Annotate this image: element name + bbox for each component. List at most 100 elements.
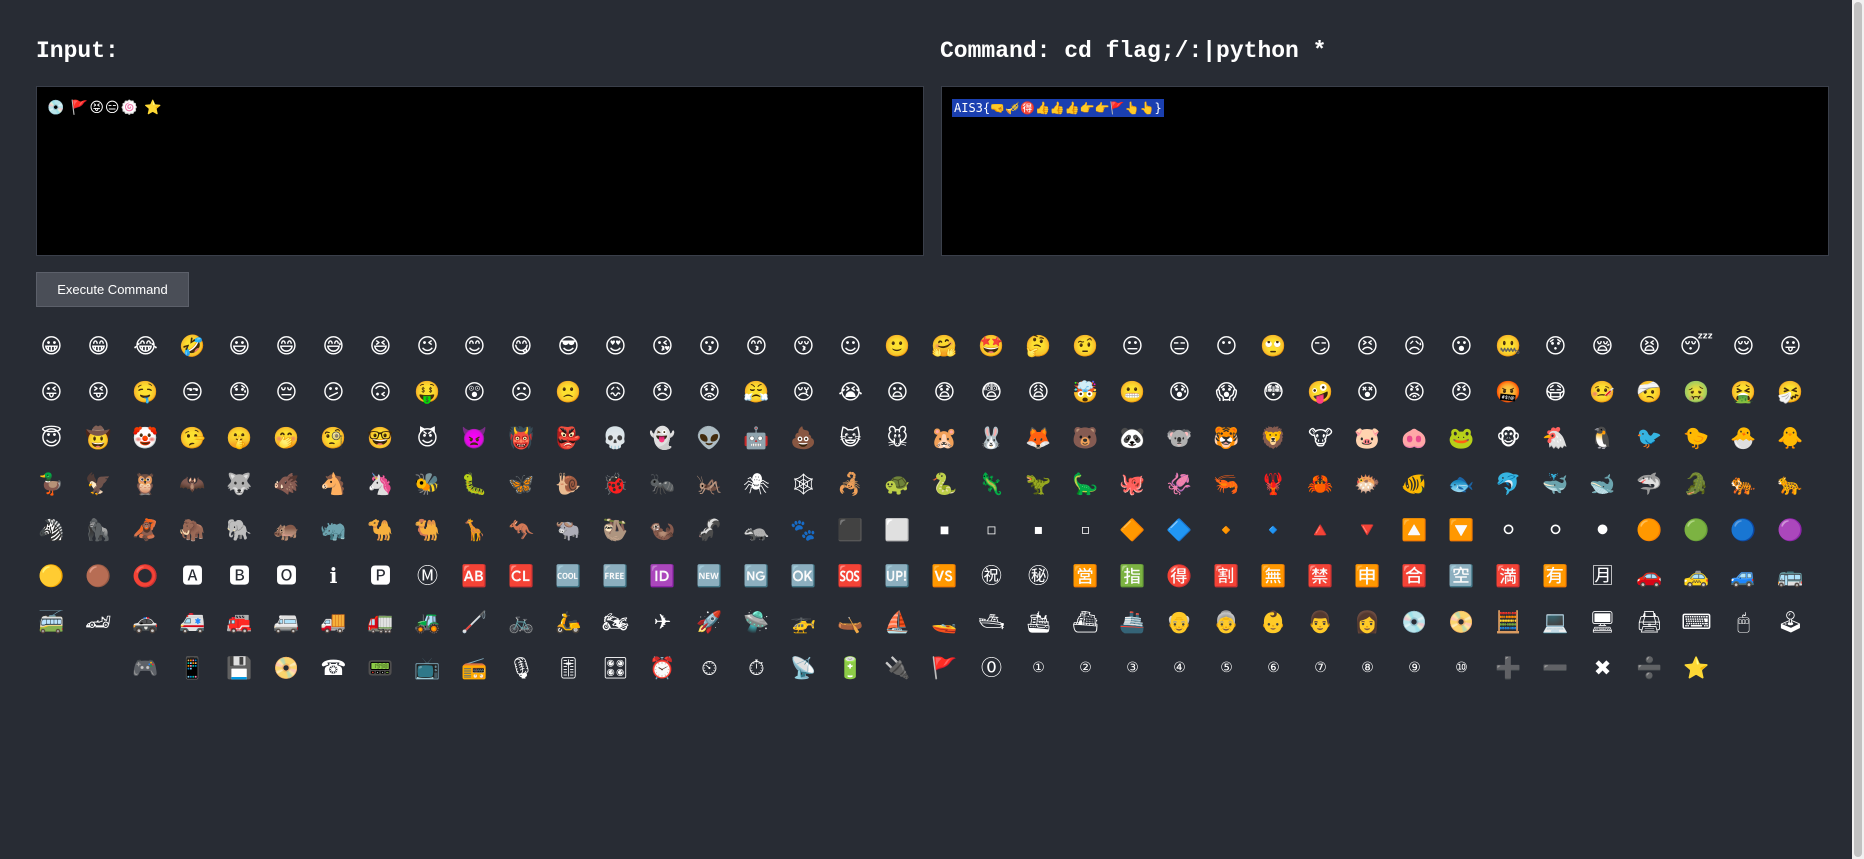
emoji-key[interactable]: 🦗 xyxy=(686,470,733,498)
emoji-key[interactable]: 💀 xyxy=(592,424,639,452)
emoji-key[interactable]: 🖨 xyxy=(1626,608,1673,636)
emoji-key[interactable]: ➗ xyxy=(1626,654,1673,682)
emoji-key[interactable]: 🙄 xyxy=(1250,332,1297,360)
emoji-key[interactable]: 👴 xyxy=(1156,608,1203,636)
emoji-key[interactable]: 🐅 xyxy=(1720,470,1767,498)
emoji-key[interactable]: 🦇 xyxy=(169,470,216,498)
emoji-key[interactable]: ⑩ xyxy=(1438,654,1485,682)
emoji-key[interactable]: 🚐 xyxy=(263,608,310,636)
emoji-key[interactable]: 😜 xyxy=(28,378,75,406)
emoji-key[interactable]: 🦏 xyxy=(310,516,357,544)
emoji-key[interactable]: 😖 xyxy=(592,378,639,406)
emoji-key[interactable]: 🐡 xyxy=(1344,470,1391,498)
emoji-key[interactable]: 🚌 xyxy=(1767,562,1814,590)
emoji-key[interactable]: 🦄 xyxy=(357,470,404,498)
emoji-key[interactable]: 😋 xyxy=(498,332,545,360)
emoji-key[interactable]: 🐴 xyxy=(310,470,357,498)
emoji-key[interactable]: 🦧 xyxy=(122,516,169,544)
emoji-key[interactable]: 🦈 xyxy=(1626,470,1673,498)
emoji-key[interactable]: 😉 xyxy=(404,332,451,360)
emoji-key[interactable]: 👻 xyxy=(639,424,686,452)
emoji-key[interactable]: 🐔 xyxy=(1532,424,1579,452)
emoji-key[interactable]: ☎ xyxy=(310,654,357,682)
emoji-key[interactable]: 👵 xyxy=(1203,608,1250,636)
emoji-key[interactable]: Ⓜ xyxy=(404,562,451,590)
emoji-key[interactable]: 🚙 xyxy=(1720,562,1767,590)
emoji-key[interactable]: ⏲ xyxy=(686,654,733,682)
emoji-key[interactable]: 😫 xyxy=(1626,332,1673,360)
emoji-key[interactable]: 🕷 xyxy=(733,470,780,498)
emoji-key[interactable]: 🦓 xyxy=(28,516,75,544)
emoji-key[interactable]: 😀 xyxy=(28,332,75,360)
emoji-key[interactable]: 🤤 xyxy=(122,378,169,406)
emoji-key[interactable]: 🆓 xyxy=(592,562,639,590)
emoji-key[interactable]: 🦕 xyxy=(1062,470,1109,498)
emoji-key[interactable]: 🈯 xyxy=(1109,562,1156,590)
emoji-key[interactable]: 🐙 xyxy=(1109,470,1156,498)
emoji-key[interactable]: 🦨 xyxy=(686,516,733,544)
emoji-key[interactable]: ⑨ xyxy=(1391,654,1438,682)
input-textbox[interactable]: 💿 🚩😝😑🍥 ⭐ xyxy=(36,86,924,256)
emoji-key[interactable]: 🤥 xyxy=(169,424,216,452)
emoji-key[interactable]: 📻 xyxy=(451,654,498,682)
emoji-key[interactable]: 🆖 xyxy=(733,562,780,590)
emoji-key[interactable]: 😗 xyxy=(686,332,733,360)
command-output-box[interactable]: AIS3{🤜🎺🉐👍👍👍👉👉🚩👆👆} xyxy=(941,86,1829,256)
emoji-key[interactable]: 😶 xyxy=(1203,332,1250,360)
emoji-key[interactable]: 🦎 xyxy=(968,470,1015,498)
emoji-key[interactable]: 🐬 xyxy=(1485,470,1532,498)
emoji-key[interactable]: 😓 xyxy=(216,378,263,406)
emoji-key[interactable]: 🐷 xyxy=(1344,424,1391,452)
emoji-key[interactable]: ⬛ xyxy=(827,516,874,544)
emoji-key[interactable]: 😁 xyxy=(75,332,122,360)
emoji-key[interactable]: 😬 xyxy=(1109,378,1156,406)
emoji-key[interactable]: 😒 xyxy=(169,378,216,406)
emoji-key[interactable]: 🙁 xyxy=(545,378,592,406)
emoji-key[interactable]: 😰 xyxy=(1156,378,1203,406)
emoji-key[interactable]: 🈷 xyxy=(1579,562,1626,590)
emoji-key[interactable]: ⑥ xyxy=(1250,654,1297,682)
emoji-key[interactable]: 🎛 xyxy=(592,654,639,682)
emoji-key[interactable]: ➖ xyxy=(1532,654,1579,682)
emoji-key[interactable]: 🦦 xyxy=(639,516,686,544)
emoji-key[interactable]: ⬜ xyxy=(874,516,921,544)
emoji-key[interactable]: 😇 xyxy=(28,424,75,452)
emoji-key[interactable]: 🛥 xyxy=(968,608,1015,636)
emoji-key[interactable]: 😱 xyxy=(1203,378,1250,406)
emoji-key[interactable]: 😅 xyxy=(310,332,357,360)
emoji-key[interactable]: 🆎 xyxy=(451,562,498,590)
emoji-key[interactable]: 🤗 xyxy=(921,332,968,360)
emoji-key[interactable]: 🈵 xyxy=(1485,562,1532,590)
emoji-key[interactable]: 😐 xyxy=(1109,332,1156,360)
emoji-key[interactable]: 🅾 xyxy=(263,562,310,590)
emoji-key[interactable]: ⏰ xyxy=(639,654,686,682)
emoji-key[interactable]: 😳 xyxy=(1250,378,1297,406)
emoji-key[interactable]: 🐰 xyxy=(968,424,1015,452)
emoji-key[interactable]: 🐼 xyxy=(1109,424,1156,452)
emoji-key[interactable]: 💾 xyxy=(216,654,263,682)
emoji-key[interactable]: 🔺 xyxy=(1297,516,1344,544)
emoji-key[interactable]: 📡 xyxy=(780,654,827,682)
emoji-key[interactable]: 😍 xyxy=(592,332,639,360)
emoji-key[interactable]: 💿 xyxy=(1391,608,1438,636)
emoji-key[interactable]: ⓪ xyxy=(968,654,1015,682)
emoji-key[interactable]: 🐜 xyxy=(639,470,686,498)
emoji-key[interactable]: 🆒 xyxy=(545,562,592,590)
emoji-key[interactable]: 🐢 xyxy=(874,470,921,498)
emoji-key[interactable]: ⛴ xyxy=(1062,608,1109,636)
emoji-key[interactable]: 🤕 xyxy=(1626,378,1673,406)
emoji-key[interactable]: 😄 xyxy=(263,332,310,360)
emoji-key[interactable]: 🦑 xyxy=(1156,470,1203,498)
emoji-key[interactable]: 🕸 xyxy=(780,470,827,498)
emoji-key[interactable]: 🤨 xyxy=(1062,332,1109,360)
emoji-key[interactable]: 🕹 xyxy=(1767,608,1814,636)
emoji-key[interactable]: 🐋 xyxy=(1579,470,1626,498)
emoji-key[interactable]: 😟 xyxy=(686,378,733,406)
emoji-key[interactable]: 🤡 xyxy=(122,424,169,452)
emoji-key[interactable]: 🤢 xyxy=(1673,378,1720,406)
emoji-key[interactable]: 🈸 xyxy=(1344,562,1391,590)
emoji-key[interactable]: 😔 xyxy=(263,378,310,406)
emoji-key[interactable]: 🆔 xyxy=(639,562,686,590)
emoji-key[interactable]: 😞 xyxy=(639,378,686,406)
emoji-key[interactable]: 📺 xyxy=(404,654,451,682)
